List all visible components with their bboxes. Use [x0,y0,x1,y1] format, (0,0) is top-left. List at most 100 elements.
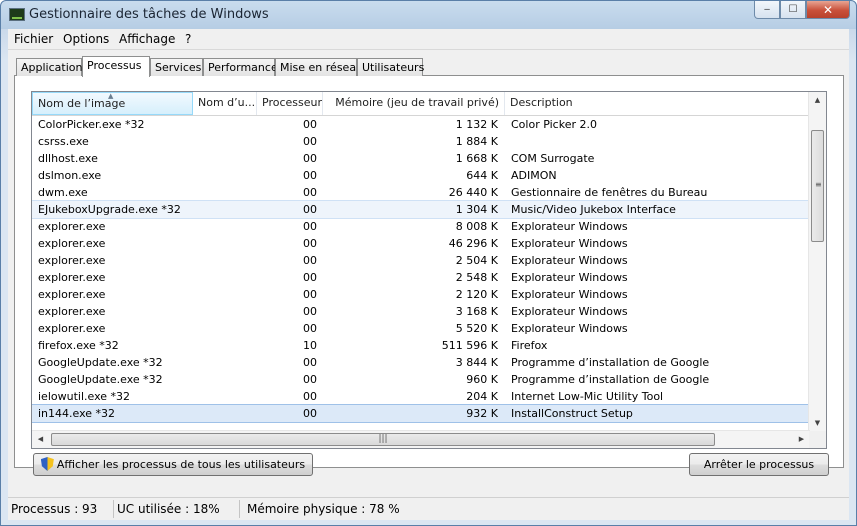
close-button[interactable]: ✕ [806,1,850,19]
cell-cpu: 10 [303,339,317,352]
end-process-button[interactable]: Arrêter le processus [689,453,829,476]
status-process-count: Processus : 93 [8,500,114,518]
table-row[interactable]: explorer.exe 00 5 520 K Explorateur Windows [32,320,810,337]
cell-cpu: 00 [303,322,317,335]
tab-applications[interactable]: Applications [16,58,88,76]
table-row[interactable]: dslmon.exe 00 644 K ADIMON [32,167,810,184]
cell-cpu: 00 [303,288,317,301]
column-header-user-name[interactable]: Nom d’u... [193,92,257,115]
tab-mise-en-reseau[interactable]: Mise en réseau [275,58,363,76]
cell-description: Firefox [511,339,548,352]
cell-description: ADIMON [511,169,557,182]
table-row[interactable]: EJukeboxUpgrade.exe *32 00 1 304 K Music/Vi… [32,200,811,219]
cell-image-name: explorer.exe [38,254,106,267]
minimize-button[interactable]: ‒ [754,1,780,19]
cell-image-name: dslmon.exe [38,169,102,182]
menu-affichage[interactable]: Affichage [119,32,175,46]
cell-user-name [198,252,256,269]
cell-image-name: dllhost.exe [38,152,98,165]
vertical-scroll-thumb[interactable]: ≡ [811,130,824,242]
table-row[interactable]: csrss.exe 00 1 884 K [32,133,810,150]
process-rows: ColorPicker.exe *32 00 1 132 K Color Picker… [32,116,811,423]
cell-user-name [198,405,256,422]
table-row[interactable]: firefox.exe *32 10 511 596 K Firefox [32,337,810,354]
status-bar: Processus : 93 UC utilisée : 18% Mémoire… [8,497,849,520]
cell-memory: 932 K [466,407,498,420]
cell-memory: 1 304 K [455,203,498,216]
cell-image-name: ielowutil.exe *32 [38,390,131,403]
table-row[interactable]: in144.exe *32 00 932 K InstallConstruct Set… [32,404,811,423]
cell-description: Explorateur Windows [511,237,628,250]
cell-description: Gestionnaire de fenêtres du Bureau [511,186,708,199]
table-row[interactable]: explorer.exe 00 8 008 K Explorateur Windows [32,218,810,235]
scroll-down-icon[interactable]: ▼ [809,415,826,432]
horizontal-scrollbar[interactable]: ◀ ||| ▶ [32,430,810,448]
table-row[interactable]: dllhost.exe 00 1 668 K COM Surrogate [32,150,810,167]
horizontal-scroll-thumb[interactable]: ||| [51,433,715,446]
column-header-image-name[interactable]: ▲ Nom de l’image [32,92,193,115]
cell-user-name [198,150,256,167]
cell-memory: 26 440 K [448,186,498,199]
table-row[interactable]: GoogleUpdate.exe *32 00 3 844 K Programme d… [32,354,810,371]
cell-memory: 1 884 K [455,135,498,148]
scroll-left-icon[interactable]: ◀ [32,431,49,448]
cell-image-name: explorer.exe [38,288,106,301]
tab-utilisateurs[interactable]: Utilisateurs [357,58,424,76]
column-header-cpu[interactable]: Processeur [257,92,323,115]
menu-bar: Fichier Options Affichage ? [8,29,849,50]
cell-image-name: GoogleUpdate.exe *32 [38,373,163,386]
cell-memory: 1 132 K [455,118,498,131]
cell-description: Music/Video Jukebox Interface [511,203,676,216]
window-title: Gestionnaire des tâches de Windows [29,7,269,22]
table-row[interactable]: ielowutil.exe *32 00 204 K Internet Low-Mic… [32,388,810,405]
table-row[interactable]: dwm.exe 00 26 440 K Gestionnaire de fenêtre… [32,184,810,201]
column-header-description[interactable]: Description [505,92,810,115]
cell-image-name: ColorPicker.exe *32 [38,118,145,131]
scroll-right-icon[interactable]: ▶ [793,431,810,448]
status-physical-memory: Mémoire physique : 78 % [247,502,400,516]
process-list[interactable]: ▲ Nom de l’image Nom d’u... Processeur M… [31,91,827,449]
cell-user-name [198,320,256,337]
cell-user-name [198,303,256,320]
tab-performance[interactable]: Performance [203,58,278,76]
status-cpu-usage: UC utilisée : 18% [114,500,240,518]
menu-options[interactable]: Options [63,32,109,46]
cell-user-name [198,269,256,286]
cell-description: InstallConstruct Setup [511,407,633,420]
cell-memory: 2 548 K [455,271,498,284]
scroll-up-icon[interactable]: ▲ [809,92,826,109]
menu-help[interactable]: ? [185,32,191,46]
cell-description: Explorateur Windows [511,322,628,335]
cell-image-name: dwm.exe [38,186,88,199]
cell-cpu: 00 [303,254,317,267]
show-all-processes-button[interactable]: Afficher les processus de tous les utili… [33,453,313,476]
cell-cpu: 00 [303,407,317,420]
table-row[interactable]: ColorPicker.exe *32 00 1 132 K Color Picker… [32,116,810,133]
cell-cpu: 00 [303,135,317,148]
cell-description: Explorateur Windows [511,220,628,233]
title-bar[interactable]: Gestionnaire des tâches de Windows ‒ ☐ ✕ [1,1,856,29]
cell-user-name [198,167,256,184]
cell-image-name: explorer.exe [38,220,106,233]
table-row[interactable]: explorer.exe 00 2 548 K Explorateur Windows [32,269,810,286]
table-row[interactable]: GoogleUpdate.exe *32 00 960 K Programme d’i… [32,371,810,388]
cell-memory: 3 168 K [455,305,498,318]
table-row[interactable]: explorer.exe 00 3 168 K Explorateur Windows [32,303,810,320]
cell-user-name [198,388,256,405]
cell-memory: 204 K [466,390,498,403]
menu-fichier[interactable]: Fichier [14,32,53,46]
cell-image-name: explorer.exe [38,322,106,335]
cell-description: Explorateur Windows [511,288,628,301]
column-header-memory[interactable]: Mémoire (jeu de travail privé) [323,92,505,115]
cell-cpu: 00 [303,118,317,131]
tab-services[interactable]: Services [150,58,203,76]
vertical-scrollbar[interactable]: ▲ ≡ ▼ [808,92,826,432]
cell-cpu: 00 [303,305,317,318]
maximize-button[interactable]: ☐ [780,1,806,19]
table-row[interactable]: explorer.exe 00 2 120 K Explorateur Windows [32,286,810,303]
cell-memory: 8 008 K [455,220,498,233]
table-row[interactable]: explorer.exe 00 46 296 K Explorateur Window… [32,235,810,252]
task-manager-icon [9,8,25,21]
tab-processus[interactable]: Processus [82,56,150,77]
table-row[interactable]: explorer.exe 00 2 504 K Explorateur Windows [32,252,810,269]
